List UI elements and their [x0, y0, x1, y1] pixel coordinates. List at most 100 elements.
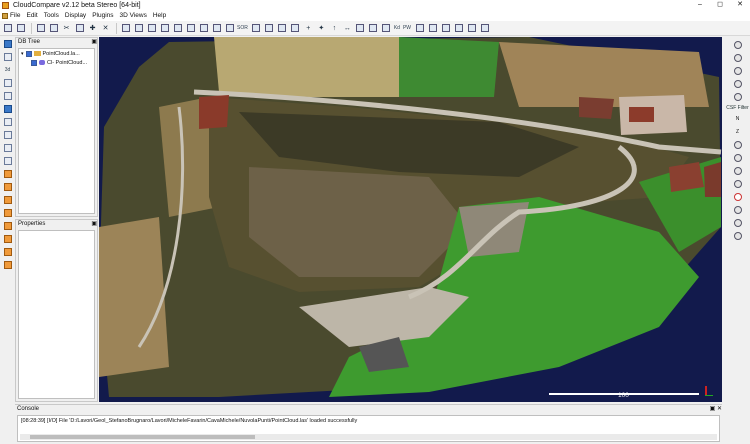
- trace-icon[interactable]: [368, 23, 379, 34]
- db-tree-body: ▾ PointCloud.la... Cl- PointCloud...: [18, 48, 95, 214]
- compass-icon[interactable]: [427, 23, 438, 34]
- menu-tools[interactable]: Tools: [44, 12, 59, 19]
- menu-plugins[interactable]: Plugins: [92, 12, 113, 19]
- panel-float-icon[interactable]: ▣ ✕: [710, 405, 722, 414]
- distance-icon[interactable]: [159, 23, 170, 34]
- move-icon[interactable]: [3, 143, 13, 153]
- menu-file[interactable]: File: [2, 12, 20, 19]
- circle-icon[interactable]: [733, 92, 743, 102]
- properties-title: Properties: [18, 221, 46, 227]
- color-icon[interactable]: [440, 23, 451, 34]
- render-icon[interactable]: [453, 23, 464, 34]
- save-icon[interactable]: [15, 23, 26, 34]
- facets-icon[interactable]: [414, 23, 425, 34]
- arrow-up-icon[interactable]: ↑: [329, 23, 340, 34]
- z-icon[interactable]: Z: [733, 127, 743, 137]
- sample-icon[interactable]: [120, 23, 131, 34]
- sor-button[interactable]: SOR: [237, 25, 248, 31]
- water-icon[interactable]: [733, 231, 743, 241]
- scale-bar-label: 100: [618, 392, 629, 399]
- arrow-icon[interactable]: ↔: [342, 23, 353, 34]
- point-size-icon[interactable]: [733, 140, 743, 150]
- mesh-icon[interactable]: [146, 23, 157, 34]
- plane-icon[interactable]: [355, 23, 366, 34]
- zoom-icon[interactable]: [3, 156, 13, 166]
- left-toolbar: 3d: [0, 37, 15, 404]
- view-right-icon[interactable]: [3, 208, 13, 218]
- window-icon[interactable]: [733, 66, 743, 76]
- loop-icon[interactable]: [733, 205, 743, 215]
- cube-icon[interactable]: [3, 130, 13, 140]
- segment-icon[interactable]: [211, 23, 222, 34]
- point-pick-icon[interactable]: [290, 23, 301, 34]
- plus-icon[interactable]: +: [303, 23, 314, 34]
- sf-icon[interactable]: [198, 23, 209, 34]
- camera-icon[interactable]: [3, 52, 13, 62]
- compass-icon[interactable]: [733, 79, 743, 89]
- settings-icon[interactable]: [733, 40, 743, 50]
- voxel-icon[interactable]: [479, 23, 490, 34]
- kd-button[interactable]: Kd: [394, 25, 400, 31]
- view-left-icon[interactable]: [3, 195, 13, 205]
- menu-3d-views[interactable]: 3D Views: [120, 12, 147, 19]
- view-back-icon[interactable]: [3, 182, 13, 192]
- csf-filter-label[interactable]: CSF Filter: [726, 105, 749, 111]
- lasso-icon[interactable]: [733, 179, 743, 189]
- iso-1-icon[interactable]: [3, 247, 13, 257]
- merge-icon[interactable]: [74, 23, 85, 34]
- panel-float-icon[interactable]: ▣: [91, 38, 97, 47]
- grid-icon[interactable]: [48, 23, 59, 34]
- expand-icon[interactable]: ▾: [21, 51, 24, 57]
- animation-icon[interactable]: [466, 23, 477, 34]
- flag-icon[interactable]: [277, 23, 288, 34]
- point-cloud-render[interactable]: [99, 37, 722, 402]
- translate-icon[interactable]: ✚: [87, 23, 98, 34]
- delete-icon[interactable]: ✕: [100, 23, 111, 34]
- checkbox-icon[interactable]: [31, 59, 37, 66]
- 3d-icon[interactable]: 3d: [3, 65, 13, 75]
- console-scrollbar[interactable]: [20, 434, 717, 440]
- view-bottom-icon[interactable]: [3, 234, 13, 244]
- view-top-icon[interactable]: [3, 221, 13, 231]
- normals-icon[interactable]: [133, 23, 144, 34]
- iso-2-icon[interactable]: [3, 260, 13, 270]
- cylinder-icon[interactable]: [733, 218, 743, 228]
- menu-display[interactable]: Display: [65, 12, 86, 19]
- histogram-icon[interactable]: [185, 23, 196, 34]
- monitor-icon[interactable]: [3, 39, 13, 49]
- close-button[interactable]: ✕: [730, 0, 750, 10]
- maximize-button[interactable]: ◻: [710, 0, 730, 10]
- scrollbar-thumb[interactable]: [30, 435, 255, 439]
- tree-item[interactable]: ▾ PointCloud.la...: [19, 49, 94, 58]
- scissors-icon[interactable]: ✂: [61, 23, 72, 34]
- folder-icon: [33, 51, 41, 56]
- cross-icon[interactable]: ✦: [316, 23, 327, 34]
- normals-n-icon[interactable]: N: [733, 114, 743, 124]
- target-icon[interactable]: [733, 166, 743, 176]
- db-tree-panel: DB Tree ▣ ▾ PointCloud.la... Cl- PointCl…: [15, 37, 98, 217]
- light-icon[interactable]: [3, 117, 13, 127]
- minimize-button[interactable]: –: [690, 0, 710, 10]
- panel-float-icon[interactable]: ▣: [91, 220, 97, 229]
- canupo-icon[interactable]: [381, 23, 392, 34]
- label-icon[interactable]: [264, 23, 275, 34]
- rotate-icon[interactable]: [3, 91, 13, 101]
- gear-icon[interactable]: [35, 23, 46, 34]
- pw-button[interactable]: PW: [403, 25, 411, 31]
- view-front-icon[interactable]: [3, 169, 13, 179]
- noise-icon[interactable]: [251, 23, 262, 34]
- ellipse-icon[interactable]: [733, 192, 743, 202]
- console-title: Console: [17, 406, 40, 412]
- tree-item[interactable]: Cl- PointCloud...: [19, 58, 94, 67]
- menu-help[interactable]: Help: [153, 12, 166, 19]
- checkbox-icon[interactable]: [25, 50, 32, 57]
- 3d-viewport[interactable]: 100: [99, 37, 722, 402]
- sphere-icon[interactable]: [733, 153, 743, 163]
- layers-icon[interactable]: [733, 53, 743, 63]
- pivot-icon[interactable]: [3, 78, 13, 88]
- open-icon[interactable]: [2, 23, 13, 34]
- registration-icon[interactable]: [172, 23, 183, 34]
- filter-icon[interactable]: [224, 23, 235, 34]
- menu-edit[interactable]: Edit: [26, 12, 37, 19]
- level-icon[interactable]: [3, 104, 13, 114]
